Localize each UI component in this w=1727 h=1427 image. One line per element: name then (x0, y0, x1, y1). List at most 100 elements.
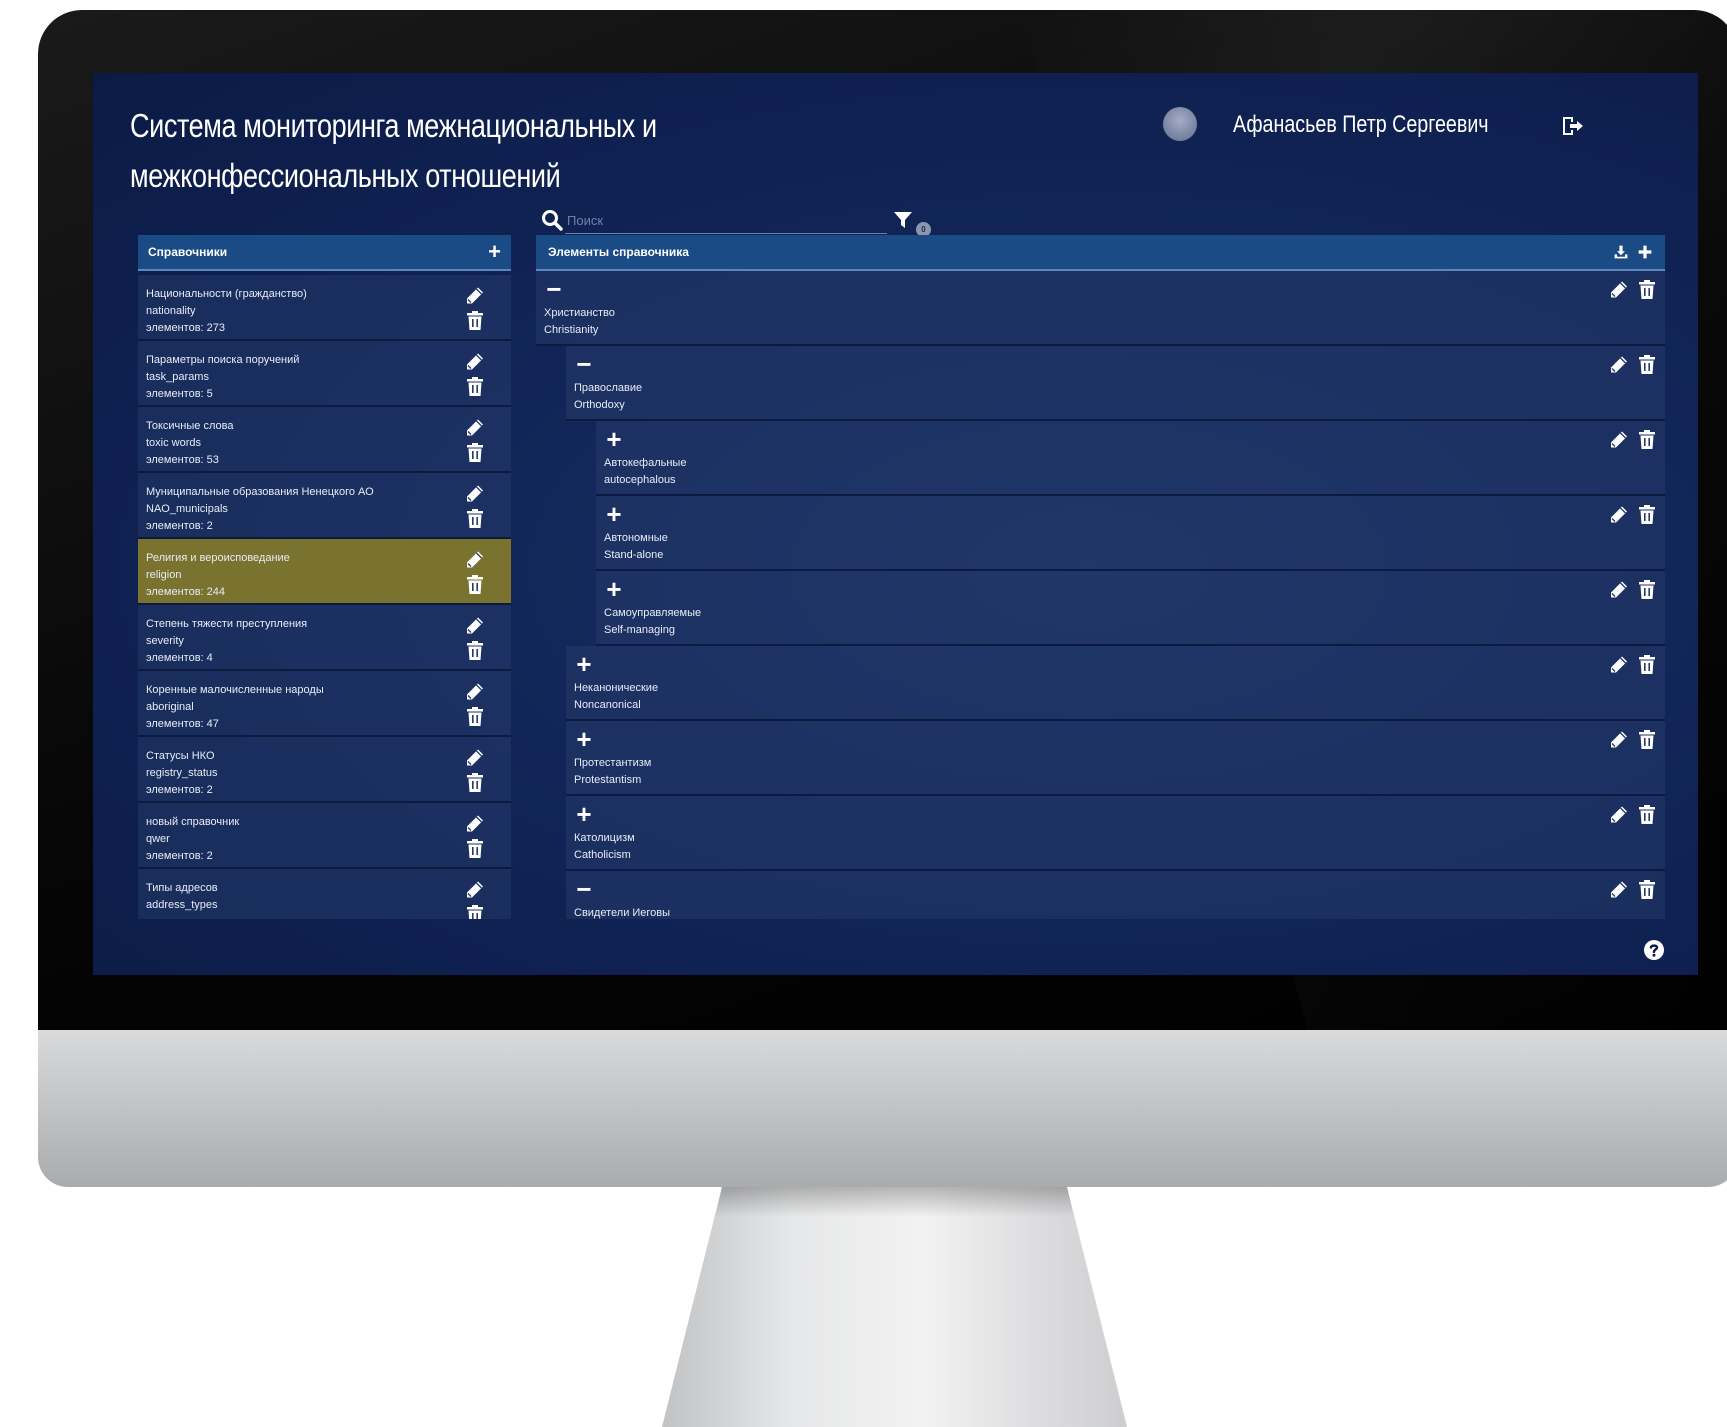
dictionary-item[interactable]: Типы адресов address_types (138, 869, 511, 919)
tree-node[interactable]: + Самоуправляемые Self-managing (596, 571, 1665, 646)
dictionary-item[interactable]: Религия и вероисповедание religion элемент… (138, 539, 511, 605)
collapse-icon[interactable]: − (574, 351, 594, 377)
expand-icon[interactable]: + (574, 801, 594, 827)
dictionary-name: Национальности (гражданство) (146, 288, 307, 300)
pencil-icon[interactable] (1609, 654, 1629, 675)
import-icon[interactable] (1613, 244, 1629, 260)
monitor-stand-shadow (715, 1187, 1074, 1217)
dictionary-actions (465, 549, 485, 595)
dictionaries-header: Справочники + (138, 235, 511, 271)
user-name[interactable]: Афанасьев Петр Сергеевич (1233, 111, 1489, 139)
trash-icon[interactable] (465, 442, 485, 463)
dictionary-item[interactable]: Статусы НКО registry_status элементов: 2 (138, 737, 511, 803)
pencil-icon[interactable] (1609, 729, 1629, 750)
dictionary-name: Статусы НКО (146, 750, 215, 762)
tree-node[interactable]: + Неканонические Noncanonical (566, 646, 1665, 721)
dictionary-item[interactable]: новый справочник qwer элементов: 2 (138, 803, 511, 869)
dictionary-code: toxic words (146, 437, 202, 449)
trash-icon[interactable] (465, 508, 485, 529)
pencil-icon[interactable] (1609, 879, 1629, 900)
filter-icon[interactable] (893, 210, 913, 230)
tree-node[interactable]: − Свидетели Иеговы (566, 871, 1665, 919)
trash-icon[interactable] (465, 376, 485, 397)
collapse-icon[interactable]: − (574, 876, 594, 902)
pencil-icon[interactable] (465, 879, 485, 900)
dictionary-code: task_params (146, 371, 209, 383)
dictionary-item[interactable]: Параметры поиска поручений task_params эле… (138, 341, 511, 407)
help-icon[interactable] (1643, 939, 1665, 961)
node-actions (1609, 504, 1657, 525)
dictionary-item[interactable]: Коренные малочисленные народы aboriginal э… (138, 671, 511, 737)
logout-icon[interactable] (1561, 115, 1585, 137)
dictionary-item[interactable]: Национальности (гражданство) nationality э… (138, 275, 511, 341)
pencil-icon[interactable] (1609, 804, 1629, 825)
dictionary-code: qwer (146, 833, 170, 845)
trash-icon[interactable] (465, 706, 485, 727)
trash-icon[interactable] (1637, 354, 1657, 375)
trash-icon[interactable] (1637, 729, 1657, 750)
dictionary-item[interactable]: Токсичные слова toxic words элементов: 53 (138, 407, 511, 473)
add-element-icon[interactable] (1637, 244, 1653, 260)
pencil-icon[interactable] (465, 747, 485, 768)
node-actions (1609, 354, 1657, 375)
node-name-ru: Православие (574, 382, 643, 394)
node-actions (1609, 579, 1657, 600)
expand-icon[interactable]: + (604, 576, 624, 602)
trash-icon[interactable] (1637, 504, 1657, 525)
pencil-icon[interactable] (465, 549, 485, 570)
expand-icon[interactable]: + (604, 501, 624, 527)
trash-icon[interactable] (1637, 879, 1657, 900)
avatar[interactable] (1163, 107, 1197, 141)
tree-node[interactable]: + Автономные Stand-alone (596, 496, 1665, 571)
pencil-icon[interactable] (465, 483, 485, 504)
elements-tree: − Христианство Christianity − Православие Or… (536, 271, 1665, 919)
expand-icon[interactable]: + (604, 426, 624, 452)
trash-icon[interactable] (1637, 654, 1657, 675)
trash-icon[interactable] (1637, 279, 1657, 300)
trash-icon[interactable] (1637, 804, 1657, 825)
dictionary-name: Муниципальные образования Ненецкого АО (146, 486, 374, 498)
pencil-icon[interactable] (465, 417, 485, 438)
tree-node[interactable]: + Протестантизм Protestantism (566, 721, 1665, 796)
pencil-icon[interactable] (465, 285, 485, 306)
dictionary-name: Религия и вероисповедание (146, 552, 290, 564)
expand-icon[interactable]: + (574, 651, 594, 677)
dictionary-item[interactable]: Муниципальные образования Ненецкого АО NA… (138, 473, 511, 539)
node-name-ru: Неканонические (574, 682, 659, 694)
tree-node[interactable]: − Православие Orthodoxy (566, 346, 1665, 421)
add-dictionary-button[interactable]: + (488, 241, 501, 263)
trash-icon[interactable] (465, 772, 485, 793)
node-name-en: Noncanonical (574, 699, 641, 711)
trash-icon[interactable] (1637, 579, 1657, 600)
tree-node[interactable]: − Христианство Christianity (536, 271, 1665, 346)
pencil-icon[interactable] (1609, 504, 1629, 525)
trash-icon[interactable] (465, 838, 485, 859)
pencil-icon[interactable] (465, 681, 485, 702)
search-icon[interactable] (541, 209, 563, 231)
pencil-icon[interactable] (465, 351, 485, 372)
pencil-icon[interactable] (465, 615, 485, 636)
pencil-icon[interactable] (1609, 279, 1629, 300)
pencil-icon[interactable] (1609, 429, 1629, 450)
trash-icon[interactable] (465, 310, 485, 331)
tree-node[interactable]: + Католицизм Catholicism (566, 796, 1665, 871)
tree-node-label: Католицизм Catholicism (574, 830, 635, 864)
expand-icon[interactable]: + (574, 726, 594, 752)
pencil-icon[interactable] (1609, 354, 1629, 375)
pencil-icon[interactable] (465, 813, 485, 834)
collapse-icon[interactable]: − (544, 276, 564, 302)
tree-node-label: Протестантизм Protestantism (574, 755, 651, 789)
dictionary-name: Параметры поиска поручений (146, 354, 300, 366)
pencil-icon[interactable] (1609, 579, 1629, 600)
trash-icon[interactable] (1637, 429, 1657, 450)
trash-icon[interactable] (465, 574, 485, 595)
node-name-ru: Автономные (604, 532, 668, 544)
trash-icon[interactable] (465, 904, 485, 919)
tree-node[interactable]: + Автокефальные autocephalous (596, 421, 1665, 496)
search-input[interactable] (565, 207, 887, 234)
dictionary-item[interactable]: Степень тяжести преступления severity элем… (138, 605, 511, 671)
trash-icon[interactable] (465, 640, 485, 661)
app-title: Система мониторинга межнациональных и ме… (130, 101, 704, 201)
dictionary-name: Коренные малочисленные народы (146, 684, 324, 696)
node-actions (1609, 429, 1657, 450)
